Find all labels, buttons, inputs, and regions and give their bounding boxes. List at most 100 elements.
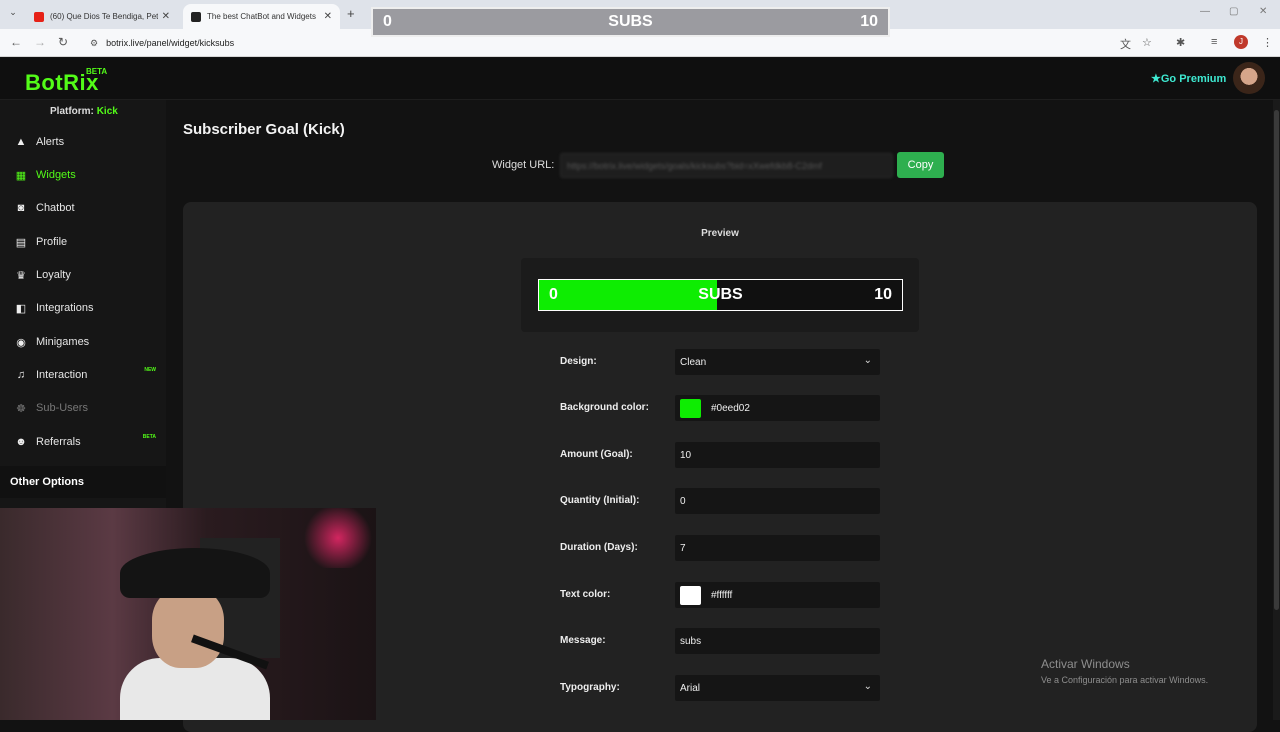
reload-icon[interactable]: ↻ [58,35,68,49]
design-select[interactable]: Clean ⌄ [675,349,880,375]
sidebar-item-alerts[interactable]: ▲ Alerts [0,127,166,157]
sidebar-item-label: Referrals [36,436,81,448]
text-color-row: Text color: #ffffff [560,582,880,608]
text-color-field[interactable]: #ffffff [675,582,880,608]
preview-label: Preview [701,228,739,239]
overlay-right-value: 10 [860,13,878,30]
amount-row: Amount (Goal): 10 [560,442,880,468]
sidebar-item-label: Integrations [36,302,94,314]
sidebar-item-widgets[interactable]: ▦ Widgets [0,160,166,190]
extensions-icon[interactable]: ✱ [1176,36,1185,49]
sidebar-item-label: Loyalty [36,269,71,281]
gamepad-icon: ◉ [16,336,26,349]
bookmark-star-icon[interactable]: ☆ [1142,36,1152,49]
robot-icon: ◙ [17,202,25,214]
design-row: Design: Clean ⌄ [560,349,880,375]
platform-value: Kick [96,106,118,117]
goal-message: SUBS [698,286,743,303]
background-color-swatch[interactable] [680,398,701,418]
window-close-icon[interactable]: ✕ [1259,6,1267,17]
platform-indicator: Platform: Kick [50,106,118,117]
sidebar-item-label: Profile [36,236,68,248]
sidebar-item-minigames[interactable]: ◉ Minigames [0,327,166,357]
go-premium-label: Go Premium [1160,73,1227,85]
beta-badge: BETA [142,434,156,440]
background-color-label: Background color: [560,402,649,413]
duration-input[interactable]: 7 [675,535,880,561]
typography-select[interactable]: Arial ⌄ [675,675,880,701]
message-input[interactable]: subs [675,628,880,654]
sidebar-item-loyalty[interactable]: ♛ Loyalty [0,260,166,290]
maximize-icon[interactable]: ▢ [1229,6,1238,17]
menu-icon[interactable]: ⋮ [1262,36,1273,49]
quantity-input[interactable]: 0 [675,488,880,514]
sidebar-item-interaction[interactable]: ♫ Interaction NEW [0,360,166,390]
webcam-overlay [0,508,376,720]
background-color-row: Background color: #0eed02 [560,395,880,421]
background-color-field[interactable]: #0eed02 [675,395,880,421]
close-icon[interactable]: ✕ [324,11,332,22]
tab-title: (60) Que Dios Te Bendiga, Peter [50,12,158,21]
new-tab-icon[interactable]: + [347,6,355,21]
watermark-subtitle: Ve a Configuración para activar Windows. [1041,675,1209,685]
other-options-header[interactable]: Other Options [0,466,166,498]
amount-input[interactable]: 10 [675,442,880,468]
stream-overlay-goal-bar: 0 SUBS 10 [371,7,890,37]
forward-icon[interactable]: → [34,35,46,49]
sidebar-item-sub-users[interactable]: ☸ Sub-Users [0,393,166,423]
sidebar-item-label: Widgets [36,169,76,181]
plug-icon: ◧ [15,302,27,315]
warning-icon: ▲ [15,136,27,148]
quantity-row: Quantity (Initial): 0 [560,488,880,514]
duration-row: Duration (Days): 7 [560,535,880,561]
page-scrollbar[interactable] [1273,100,1280,720]
sidebar-item-integrations[interactable]: ◧ Integrations [0,293,166,323]
media-icon[interactable]: ≡ [1211,36,1217,48]
back-icon[interactable]: ← [10,35,22,49]
id-card-icon: ▤ [15,236,27,249]
browser-tab-youtube[interactable]: (60) Que Dios Te Bendiga, Peter ✕ [26,4,178,29]
youtube-icon [34,11,44,22]
duration-label: Duration (Days): [560,542,638,553]
new-badge: NEW [144,367,156,373]
text-color-swatch[interactable] [680,585,701,605]
minimize-icon[interactable]: — [1200,6,1210,17]
botrix-favicon-icon [191,11,201,22]
widget-url-field[interactable]: https://botrix.live/widgets/goals/kicksu… [560,153,893,178]
design-label: Design: [560,356,597,367]
streamer-hat [120,548,270,598]
typography-value: Arial [680,682,701,694]
platform-label: Platform: [50,106,94,117]
sidebar-item-chatbot[interactable]: ◙ Chatbot [0,193,166,223]
overlay-left-value: 0 [383,13,392,30]
music-icon: ♫ [16,369,26,381]
background-color-value: #0eed02 [711,402,750,414]
streamer-figure [120,548,270,720]
amount-label: Amount (Goal): [560,449,633,460]
chevron-down-icon: ⌄ [863,681,872,692]
windows-activation-watermark: Activar Windows Ve a Configuración para … [1041,657,1208,685]
sidebar-item-referrals[interactable]: ☻ Referrals BETA [0,427,166,457]
close-icon[interactable]: ✕ [162,11,170,22]
translate-icon[interactable]: 文 [1120,36,1131,52]
text-color-value: #ffffff [711,589,733,601]
site-info-icon[interactable]: ⚙ [90,38,98,49]
copy-button[interactable]: Copy [897,152,944,178]
user-group-icon: ☻ [15,436,27,448]
widget-url-label: Widget URL: [492,159,555,171]
text-color-label: Text color: [560,589,611,600]
sidebar-item-profile[interactable]: ▤ Profile [0,227,166,257]
chevron-down-icon: ⌄ [863,355,872,366]
sidebar-item-label: Minigames [36,336,90,348]
scrollbar-thumb[interactable] [1274,110,1279,610]
go-premium-link[interactable]: ★Go Premium [1151,72,1226,85]
browser-tab-botrix[interactable]: The best ChatBot and Widgets ✕ [183,4,340,29]
browser-profile-avatar[interactable]: J [1234,35,1248,49]
preview-goal-bar: 0 10 SUBS [538,279,903,311]
streamer-face [152,588,224,668]
url-text: botrix.live/panel/widget/kicksubs [106,38,235,48]
tab-search-icon[interactable]: ⌄ [6,7,20,21]
trophy-icon: ♛ [16,269,26,282]
avatar[interactable] [1233,62,1265,94]
watermark-title: Activar Windows [1041,657,1130,671]
